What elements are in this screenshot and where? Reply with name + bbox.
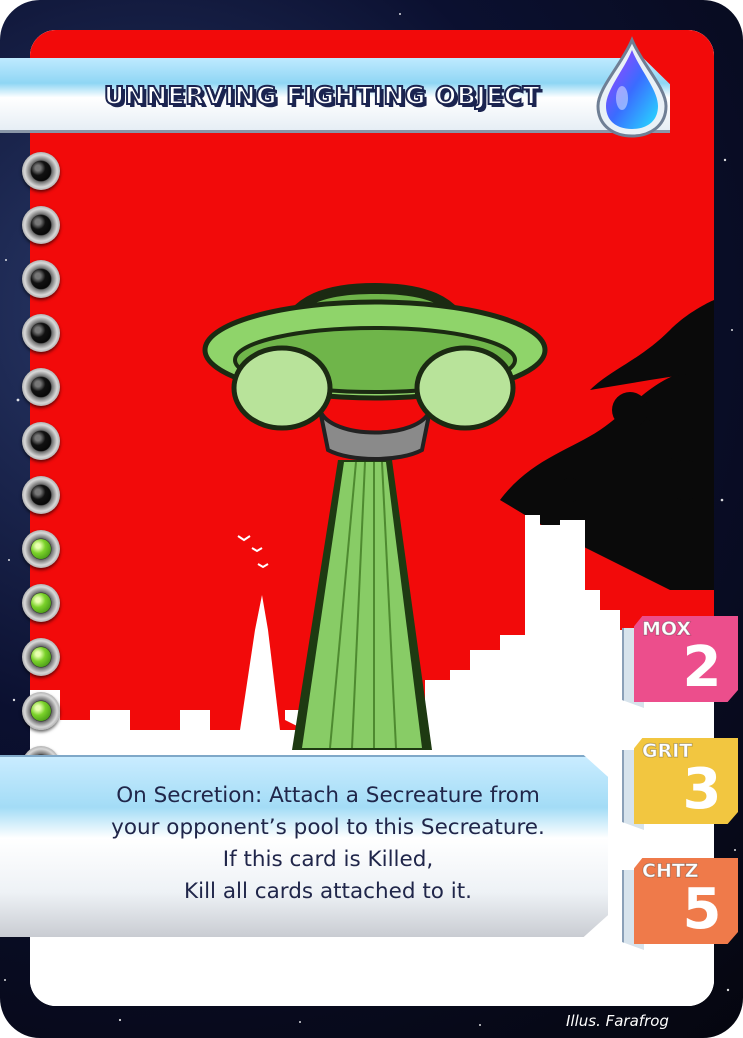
rules-text: On Secretion: Attach a Secreature from y… bbox=[58, 780, 598, 908]
stat-chtz: CHTZ 5 bbox=[622, 856, 740, 952]
water-drop-icon bbox=[590, 36, 674, 140]
illustrator-credit: Illus. Farafrog bbox=[566, 1012, 669, 1030]
stat-value: 5 bbox=[682, 877, 722, 942]
cost-gem-filled bbox=[22, 584, 60, 622]
cost-gem-empty bbox=[22, 476, 60, 514]
stat-value: 3 bbox=[682, 757, 722, 822]
cost-gem-empty bbox=[22, 152, 60, 190]
cost-gem-empty bbox=[22, 206, 60, 244]
rules-line: On Secretion: Attach a Secreature from bbox=[116, 783, 540, 808]
cost-gem-empty bbox=[22, 314, 60, 352]
cost-gem-filled bbox=[22, 638, 60, 676]
rules-line: If this card is Killed, bbox=[222, 847, 434, 872]
stat-grit: GRIT 3 bbox=[622, 736, 740, 832]
game-card: UNNERVING FIGHTING OBJECT On Secretion: … bbox=[0, 0, 743, 1038]
card-title: UNNERVING FIGHTING OBJECT bbox=[103, 80, 541, 111]
cost-gem-empty bbox=[22, 368, 60, 406]
cost-gems bbox=[22, 150, 66, 790]
rules-line: your opponent’s pool to this Secreature. bbox=[111, 815, 545, 840]
stat-value: 2 bbox=[682, 635, 722, 700]
stat-mox: MOX 2 bbox=[622, 614, 740, 710]
cost-gem-filled bbox=[22, 530, 60, 568]
cost-gem-empty bbox=[22, 422, 60, 460]
rules-line: Kill all cards attached to it. bbox=[184, 879, 472, 904]
cost-gem-filled bbox=[22, 692, 60, 730]
cost-gem-empty bbox=[22, 260, 60, 298]
